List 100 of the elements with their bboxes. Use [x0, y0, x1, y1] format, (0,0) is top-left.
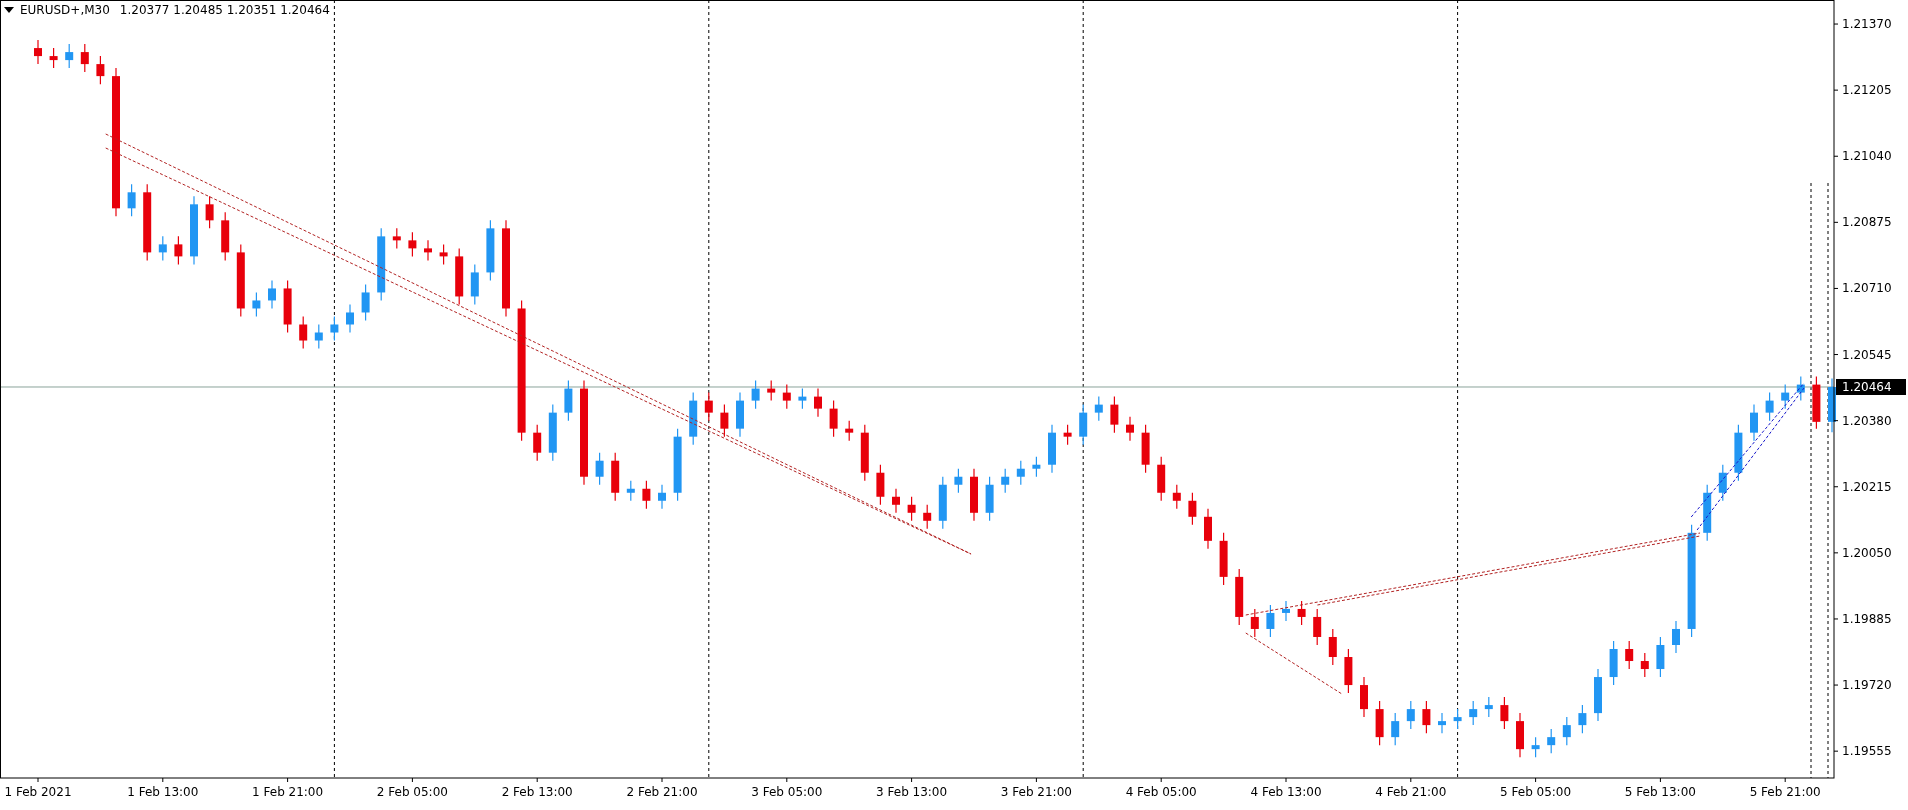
candle — [96, 55, 105, 85]
candle — [1438, 712, 1446, 734]
candle — [1422, 700, 1431, 734]
candle — [1157, 456, 1166, 502]
candle — [704, 392, 713, 422]
candle — [49, 47, 58, 69]
candle — [1640, 652, 1649, 678]
candle — [548, 404, 557, 462]
candle — [985, 476, 994, 522]
candle — [1313, 608, 1322, 646]
candle — [1500, 696, 1509, 730]
candle — [1016, 460, 1025, 486]
trend-line[interactable] — [1690, 382, 1805, 518]
candle — [439, 243, 448, 265]
candle — [1594, 668, 1602, 722]
time-axis-label: 1 Feb 2021 — [4, 785, 72, 799]
candle — [486, 219, 495, 282]
candle — [1516, 712, 1524, 758]
time-axis-label: 3 Feb 21:00 — [1000, 785, 1072, 799]
price-axis-label: 1.19720 — [1842, 678, 1892, 693]
candle — [954, 468, 963, 494]
trend-line[interactable] — [1316, 535, 1701, 606]
candle — [1391, 712, 1400, 746]
candle — [720, 404, 729, 438]
candle — [1266, 604, 1275, 638]
candle — [1172, 484, 1181, 510]
candle — [1048, 424, 1056, 474]
candle — [1360, 676, 1368, 718]
candle — [1718, 464, 1727, 502]
trend-line[interactable] — [1245, 632, 1343, 695]
time-axis-label: 5 Feb 13:00 — [1624, 785, 1696, 799]
candle — [1375, 700, 1384, 746]
price-axis-label: 1.20050 — [1842, 545, 1892, 560]
candle — [845, 420, 854, 442]
candle — [221, 211, 230, 261]
current-price-label: 1.20464 — [1836, 379, 1906, 395]
candle — [1282, 600, 1290, 622]
candle — [533, 424, 542, 462]
time-axis-label: 4 Feb 21:00 — [1375, 785, 1447, 799]
candle — [611, 452, 620, 502]
candle — [1703, 484, 1712, 542]
candle — [65, 43, 74, 69]
candle — [1812, 375, 1821, 430]
candle — [860, 424, 869, 482]
price-axis-label: 1.20875 — [1842, 215, 1892, 230]
candle — [299, 315, 308, 350]
candle — [689, 392, 698, 446]
candle — [1765, 392, 1774, 422]
chart-symbol: EURUSD+,M30 — [20, 3, 110, 17]
time-axis-label: 2 Feb 05:00 — [376, 785, 448, 799]
candle — [1188, 492, 1197, 526]
time-axis-label: 2 Feb 13:00 — [501, 785, 573, 799]
candle — [736, 392, 744, 438]
candle — [658, 484, 666, 510]
candle — [1750, 404, 1758, 442]
candle — [1469, 700, 1478, 726]
time-axis-label: 3 Feb 13:00 — [876, 785, 948, 799]
candle — [1625, 640, 1634, 670]
candle — [1141, 424, 1150, 474]
candle — [268, 279, 276, 310]
time-axis-label: 5 Feb 21:00 — [1749, 785, 1821, 799]
candle — [1609, 640, 1618, 686]
candle — [1547, 728, 1556, 754]
candle — [34, 39, 42, 65]
candle — [1734, 424, 1743, 482]
time-axis-label: 5 Feb 05:00 — [1500, 785, 1572, 799]
candle — [923, 504, 932, 530]
price-axis-label: 1.20215 — [1842, 479, 1892, 494]
price-axis-label: 1.19885 — [1842, 611, 1892, 626]
dropdown-caret-icon[interactable] — [4, 7, 14, 13]
candle — [1453, 708, 1462, 730]
candle — [1063, 424, 1072, 446]
candle — [1204, 508, 1212, 550]
candle — [252, 291, 261, 318]
candle — [970, 468, 978, 522]
candle — [158, 235, 167, 261]
candle — [767, 380, 776, 402]
candle — [1110, 396, 1119, 434]
candle — [1235, 568, 1244, 626]
trend-line[interactable] — [1696, 387, 1805, 531]
candle — [1079, 404, 1088, 446]
candle — [314, 323, 323, 350]
candle — [1578, 704, 1587, 734]
candle — [1219, 532, 1228, 586]
trend-line[interactable] — [1245, 532, 1701, 616]
time-axis-label: 4 Feb 05:00 — [1125, 785, 1197, 799]
time-axis-label: 2 Feb 21:00 — [626, 785, 698, 799]
candle — [798, 388, 807, 410]
candle — [1562, 716, 1571, 746]
candle — [1672, 620, 1680, 654]
price-axis-label: 1.21370 — [1842, 17, 1892, 32]
candle — [892, 488, 900, 514]
candle — [205, 195, 214, 229]
candle — [80, 43, 89, 73]
candle — [1032, 456, 1041, 478]
candle — [174, 235, 183, 265]
candle — [283, 279, 292, 334]
candle — [938, 476, 947, 530]
candle — [1126, 416, 1134, 442]
candle — [1781, 384, 1790, 410]
